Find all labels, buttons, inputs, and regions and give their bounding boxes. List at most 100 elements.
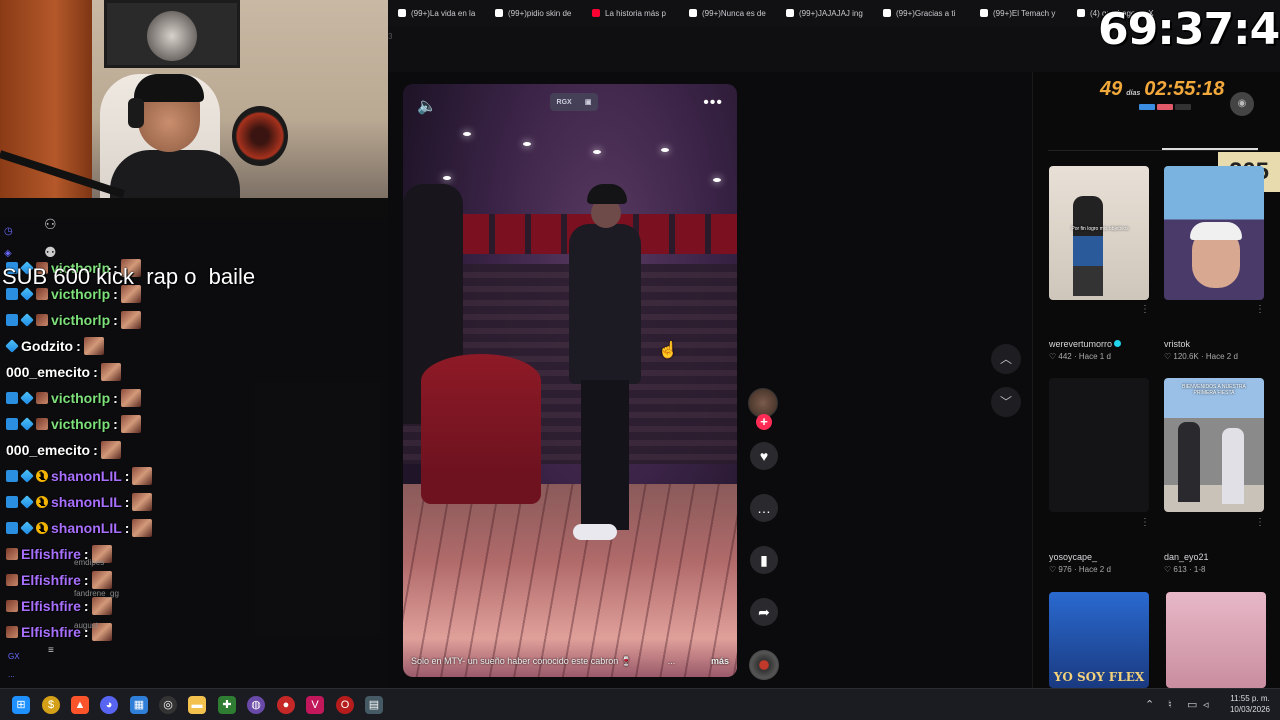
chat-username[interactable]: 000_emecito: [6, 442, 90, 458]
speaker-icon[interactable]: 🔈: [417, 96, 437, 116]
chat-message: 1 shanonLIL:: [6, 517, 153, 539]
feed-item-meta: yosoycape_ ♡ 976 · Hace 2 d: [1049, 552, 1111, 574]
more-options-icon[interactable]: ⋮: [1140, 517, 1150, 528]
obs-icon[interactable]: ◎: [159, 696, 177, 714]
music-disc-icon[interactable]: [749, 650, 779, 680]
terminal-icon[interactable]: ▤: [365, 696, 383, 714]
days-label: días: [1126, 90, 1141, 97]
emote-icon: [132, 493, 153, 511]
feed-thumbnail[interactable]: BIENVENIDOS A NUESTRA PRIMERA FIESTA: [1164, 378, 1264, 512]
chat-username[interactable]: victhorlp: [51, 390, 110, 406]
chat-username[interactable]: Elfishfire: [21, 572, 81, 588]
browser-tab[interactable]: (99+)Nunca es de: [679, 0, 776, 26]
player-mode-pill[interactable]: RGX ▣: [550, 93, 598, 111]
browser-tab[interactable]: (99+)pidio skin de: [485, 0, 582, 26]
more-icon[interactable]: •••: [703, 94, 723, 112]
streaming-app-icon[interactable]: ◍: [247, 696, 265, 714]
thumb-person: [1222, 428, 1244, 504]
clock-icon[interactable]: ◷: [4, 226, 22, 248]
feed-thumbnail[interactable]: YO SOY FLEX: [1049, 592, 1149, 688]
network-icon[interactable]: ▭: [1187, 698, 1197, 711]
feed-username[interactable]: dan_eyo21: [1164, 552, 1209, 562]
tab-favicon-icon: [980, 9, 988, 17]
system-clock[interactable]: 11:55 p. m. 10/03/2026: [1222, 693, 1278, 715]
bookmark-icon[interactable]: ▮: [750, 546, 778, 574]
subathon-countdown: 49 días 02:55:18: [1100, 78, 1224, 101]
chat-username[interactable]: shanonLIL: [51, 520, 122, 536]
chat-username[interactable]: Elfishfire: [21, 546, 81, 562]
share-icon[interactable]: ➦: [750, 598, 778, 626]
action-rail: + ♥ … ▮ ➦: [748, 388, 780, 680]
countdown-bar: [1175, 104, 1191, 110]
feed-username[interactable]: vristok: [1164, 339, 1190, 349]
chat-username[interactable]: victhorlp: [51, 312, 110, 328]
chevron-up-icon[interactable]: ︿: [991, 344, 1021, 374]
feed-username[interactable]: werevertumorro: [1049, 339, 1112, 349]
subbar-marker: 3: [388, 32, 393, 41]
chat-username[interactable]: shanonLIL: [51, 494, 122, 510]
profile-avatar-icon[interactable]: ◉: [1230, 92, 1254, 116]
list-icon[interactable]: ≡: [48, 645, 54, 656]
folder-icon[interactable]: ▬: [188, 696, 206, 714]
follow-plus-icon[interactable]: +: [756, 414, 772, 430]
sub-badge-icon: [20, 469, 34, 483]
brave-browser-icon[interactable]: ▲: [71, 696, 89, 714]
opera-gx-icon[interactable]: O: [336, 696, 354, 714]
chat-message: 000_emecito:: [6, 361, 121, 383]
thumb-text: BIENVENIDOS A NUESTRA PRIMERA FIESTA: [1182, 384, 1246, 396]
sub-badge-icon: [20, 391, 34, 405]
miniplayer-icon[interactable]: ▣: [585, 98, 592, 106]
tab-label: (99+)pidio skin de: [508, 8, 572, 18]
windows-start-icon[interactable]: ⊞: [12, 696, 30, 714]
volume-icon[interactable]: ◃: [1203, 698, 1209, 711]
chat-username[interactable]: Elfishfire: [21, 598, 81, 614]
sub-badge-icon: [20, 521, 34, 535]
more-options-icon[interactable]: ⋮: [1140, 304, 1150, 315]
chat-username[interactable]: shanonLIL: [51, 468, 122, 484]
heart-icon[interactable]: ♥: [750, 442, 778, 470]
gamepad-icon[interactable]: ✚: [218, 696, 236, 714]
store-icon[interactable]: ▦: [130, 696, 148, 714]
feed-thumbnail[interactable]: [1166, 592, 1266, 688]
coin-app-icon[interactable]: $: [42, 696, 60, 714]
feed-thumbnail[interactable]: [1049, 378, 1149, 512]
more-options-icon[interactable]: ⋮: [1255, 304, 1265, 315]
browser-tab[interactable]: (99+)Gracias a ti: [873, 0, 970, 26]
webcam-feed: [0, 0, 388, 218]
chat-username[interactable]: Godzito: [21, 338, 73, 354]
like-count: 976: [1058, 565, 1072, 574]
tab-favicon-icon: [689, 9, 697, 17]
tab-favicon-icon: [592, 9, 600, 17]
recording-app-icon[interactable]: ●: [277, 696, 295, 714]
chevron-up-icon[interactable]: ⌃: [1145, 698, 1154, 711]
emote-icon: [100, 441, 121, 459]
heart-outline-icon: ♡: [1164, 565, 1172, 574]
feed-username[interactable]: yosoycape_: [1049, 552, 1097, 562]
chat-username[interactable]: 000_emecito: [6, 364, 90, 380]
feed-thumbnail[interactable]: [1164, 166, 1264, 300]
vivaldi-icon[interactable]: V: [306, 696, 324, 714]
mic-icon[interactable]: ♮: [1168, 698, 1172, 711]
browser-tab[interactable]: La historia más p: [582, 0, 679, 26]
video-player[interactable]: 🔈 RGX ▣ ••• Solo en MTY- un sueño haber …: [403, 84, 737, 677]
more-link[interactable]: más: [711, 656, 729, 667]
comment-icon[interactable]: …: [750, 494, 778, 522]
browser-tab[interactable]: (99+)El Temach y: [970, 0, 1067, 26]
tab-favicon-icon: [883, 9, 891, 17]
more-options-icon[interactable]: ⋮: [1255, 517, 1265, 528]
chat-username[interactable]: victhorlp: [51, 416, 110, 432]
coin-badge-icon: 1: [36, 496, 48, 508]
hand-cursor-icon: ☝: [658, 342, 678, 359]
discord-icon[interactable]: ◕: [100, 696, 118, 714]
browser-tab[interactable]: (99+)JAJAJAJ ing: [776, 0, 873, 26]
clock-date: 10/03/2026: [1229, 705, 1271, 714]
add-user-icon[interactable]: ⚇: [44, 216, 57, 233]
sub-badge-icon: [20, 313, 34, 327]
feed-thumbnail[interactable]: Por fin logro mis objetivos: [1049, 166, 1149, 300]
tab-label: (99+)JAJAJAJ ing: [799, 8, 863, 18]
chat-username[interactable]: Elfishfire: [21, 624, 81, 640]
sub-badge-icon: [20, 417, 34, 431]
browser-tab[interactable]: (99+)La vida en la: [388, 0, 485, 26]
video-table: [421, 354, 541, 504]
chevron-down-icon[interactable]: ﹀: [991, 387, 1021, 417]
